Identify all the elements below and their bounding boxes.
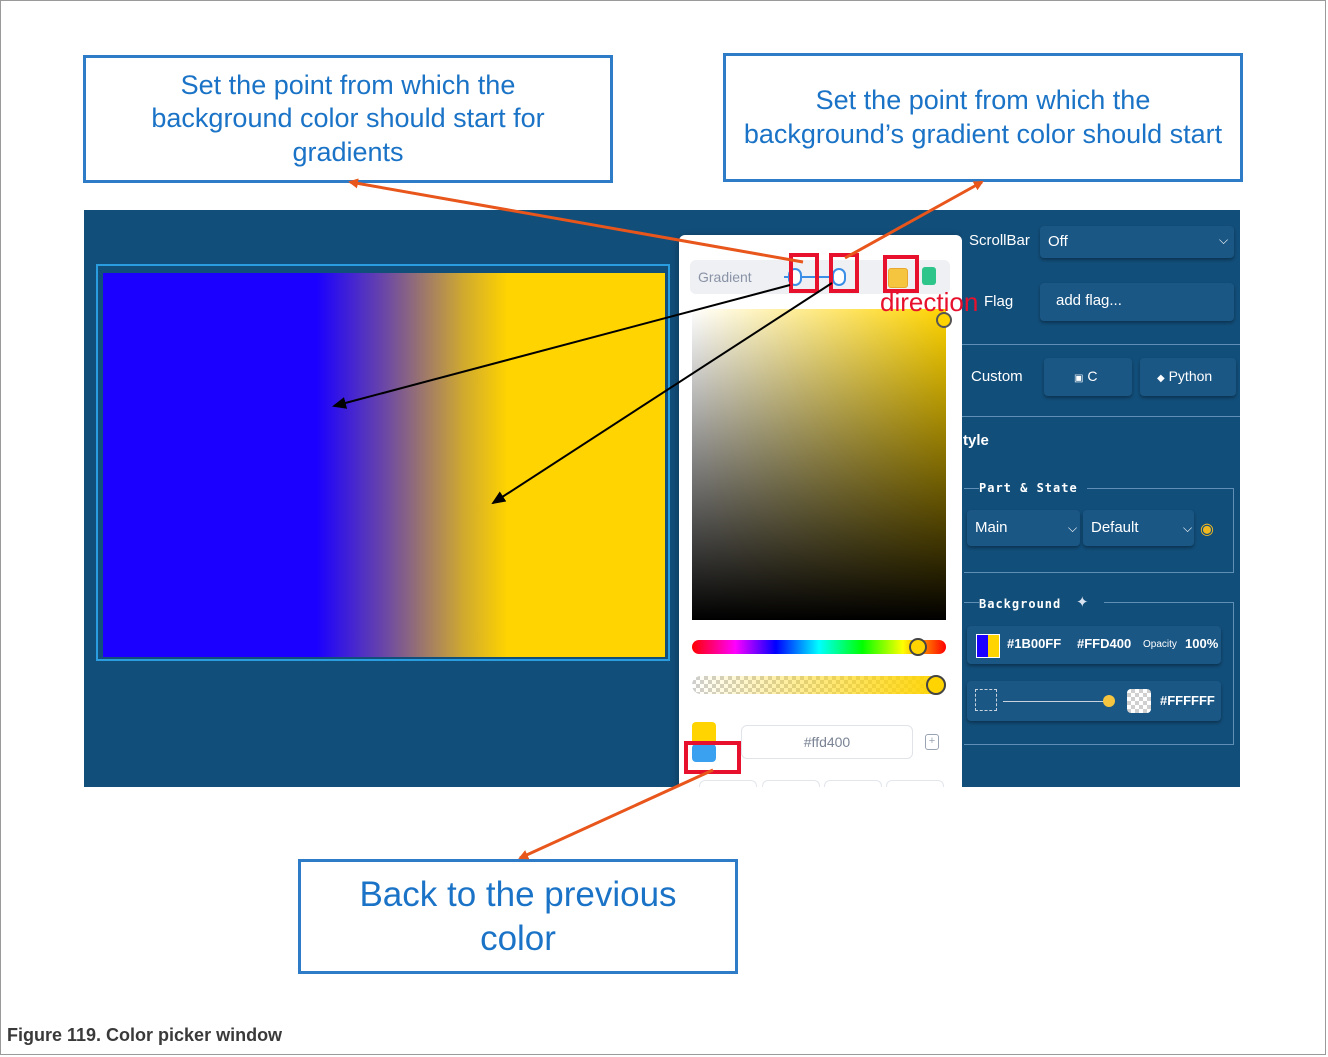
arrow-grad-start-to-canvas <box>491 282 833 505</box>
arrow-to-back-prev-callout <box>518 768 714 860</box>
arrow-bg-start-to-canvas <box>332 284 791 409</box>
annotation-arrows <box>332 178 984 860</box>
arrow-to-bg-start-callout <box>348 178 804 264</box>
arrow-to-grad-start-callout <box>844 180 984 260</box>
figure-caption: Figure 119. Color picker window <box>7 1025 283 1045</box>
